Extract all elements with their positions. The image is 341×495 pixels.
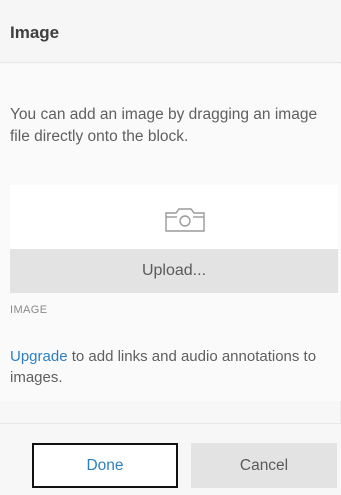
drag-help-text: You can add an image by dragging an imag… <box>10 106 318 145</box>
upgrade-link[interactable]: Upgrade <box>10 348 68 365</box>
done-button[interactable]: Done <box>32 443 178 488</box>
cancel-button[interactable]: Cancel <box>191 443 337 488</box>
dialog-title: Image <box>10 23 60 42</box>
upload-button[interactable]: Upload... <box>10 249 338 293</box>
image-dialog: Image You can add an image by dragging a… <box>0 0 341 495</box>
dialog-header: Image <box>0 0 341 63</box>
image-drop-area[interactable] <box>10 185 338 249</box>
image-field-label: IMAGE <box>10 304 48 316</box>
camera-icon <box>165 208 205 232</box>
upgrade-message: Upgrade to add links and audio annotatio… <box>10 346 330 388</box>
dialog-body: You can add an image by dragging an imag… <box>0 64 341 401</box>
dialog-footer: Done Cancel <box>0 423 341 495</box>
